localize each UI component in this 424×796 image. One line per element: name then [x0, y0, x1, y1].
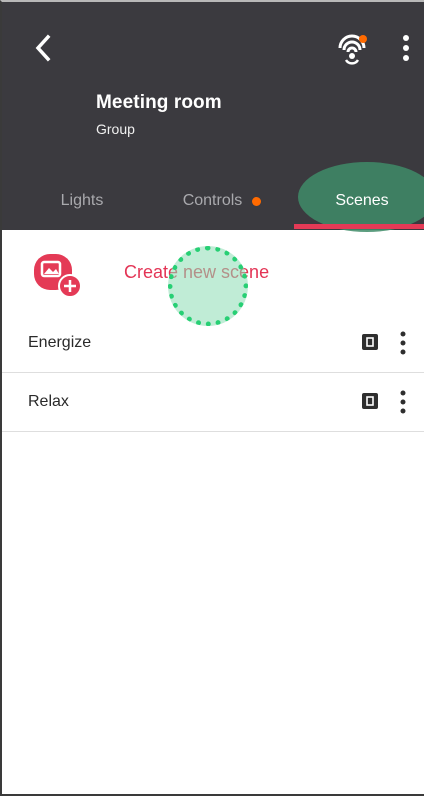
scene-list: Energize Relax [2, 314, 424, 432]
tab-label: Scenes [335, 192, 389, 209]
page-subtitle: Group [96, 121, 135, 137]
create-scene-button[interactable]: Create new scene [2, 242, 424, 310]
switch-icon[interactable] [362, 393, 378, 409]
scene-item-relax[interactable]: Relax [2, 373, 424, 432]
tab-controls[interactable]: Controls [162, 172, 282, 230]
tab-bar: Lights Controls Scenes [2, 172, 424, 230]
tab-scenes[interactable]: Scenes [300, 172, 424, 230]
bridge-sync-icon [338, 34, 367, 65]
chevron-left-icon [35, 34, 51, 62]
app-header: Meeting room Group Lights Controls Scene… [2, 2, 424, 232]
tab-label: Controls [182, 192, 243, 209]
more-vertical-icon[interactable] [394, 330, 412, 356]
tab-label: Lights [60, 192, 104, 209]
scene-label: Relax [28, 393, 69, 410]
title-block: Meeting room Group [96, 92, 222, 137]
scene-item-energize[interactable]: Energize [2, 314, 424, 373]
more-vertical-icon[interactable] [394, 389, 412, 415]
more-vertical-icon [403, 35, 409, 61]
create-scene-label: Create new scene [124, 262, 270, 282]
back-button[interactable] [28, 30, 60, 66]
notification-dot [252, 196, 262, 206]
scene-label: Energize [28, 334, 92, 351]
active-tab-indicator [294, 224, 424, 229]
tab-lights[interactable]: Lights [32, 172, 132, 230]
bridge-status-button[interactable] [336, 32, 370, 66]
header-more-button[interactable] [394, 32, 418, 66]
switch-icon[interactable] [362, 334, 378, 350]
add-scene-icon [34, 254, 82, 298]
page-title: Meeting room [96, 92, 222, 113]
app-screen: Meeting room Group Lights Controls Scene… [0, 0, 424, 796]
